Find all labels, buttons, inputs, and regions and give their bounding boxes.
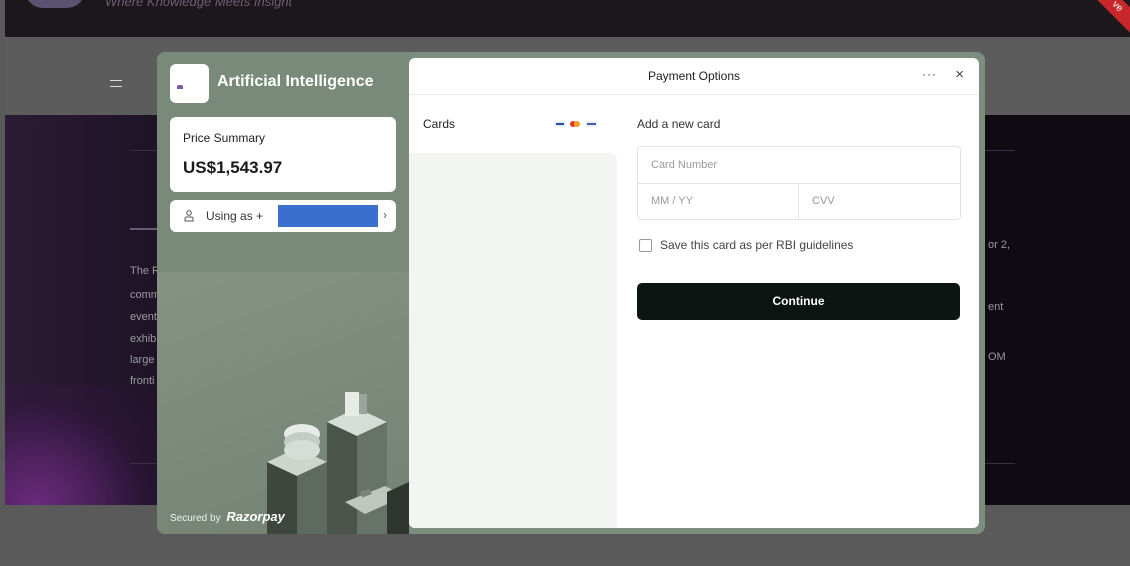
user-icon [184,210,194,222]
site-book-icon [130,200,158,230]
expiry-input[interactable]: MM / YY [638,183,799,219]
menu-icon[interactable] [110,80,122,87]
add-card-title: Add a new card [637,117,721,131]
card-networks-icon [554,121,598,127]
razorpay-logo: Razorpay [226,509,285,524]
bg-text-fragment: event [130,311,157,323]
add-card-form: Add a new card Card Number MM / YY CVV S… [637,95,967,528]
more-options-button[interactable]: ··· [922,67,937,81]
payment-options-panel: Payment Options ··· × Cards Add a new ca… [409,58,979,528]
bg-text-fragment: The R [130,265,160,277]
close-button[interactable]: × [955,66,964,83]
bg-text-fragment: or 2, [988,239,1011,251]
payment-method-cards-label: Cards [423,117,456,131]
corner-ribbon: ve [1080,0,1130,40]
chevron-right-icon: › [383,208,387,222]
price-amount: US$1,543.97 [183,158,283,177]
card-number-placeholder: Card Number [651,159,718,171]
expiry-placeholder: MM / YY [651,195,693,207]
bg-text-fragment: OM [988,351,1006,363]
hero-glow [5,385,165,505]
secured-by-label: Secured by [170,513,221,524]
redacted-phone [278,205,378,227]
site-tagline: Where Knowledge Meets Insight [105,0,293,9]
payment-methods-list: Cards [409,95,619,528]
bg-text-fragment: ent [988,301,1004,313]
price-summary-label: Price Summary [183,131,266,145]
user-contact-button[interactable]: Using as + › [170,200,396,232]
bg-text-fragment: large [130,354,155,366]
checkout-modal: Artificial Intelligence Price Summary US… [157,52,985,534]
save-card-checkbox[interactable] [639,239,652,252]
site-logo[interactable] [25,0,85,8]
bg-text-fragment: exhib [130,333,157,345]
merchant-logo-mark [177,85,183,89]
card-input-group: Card Number MM / YY CVV [637,146,961,220]
site-header-strip: Where Knowledge Meets Insight [5,0,1130,37]
using-as-label: Using as + [206,209,264,223]
cvv-input[interactable]: CVV [799,183,959,219]
card-number-input[interactable]: Card Number [638,147,960,184]
continue-button[interactable]: Continue [637,283,960,320]
payment-method-cards[interactable]: Cards [409,95,619,153]
save-card-row[interactable]: Save this card as per RBI guidelines [637,237,967,255]
cvv-placeholder: CVV [812,195,835,207]
merchant-name: Artificial Intelligence [217,73,374,90]
payment-methods-empty-area [409,153,617,528]
corner-ribbon-text: ve [1085,0,1130,39]
price-summary-card: Price Summary US$1,543.97 [170,117,396,192]
bg-text-fragment: fronti [130,375,155,387]
bg-text-fragment: comm [130,289,160,301]
save-card-label: Save this card as per RBI guidelines [660,238,854,252]
secured-by-footer: Secured by Razorpay [170,509,285,524]
payment-options-title: Payment Options [647,69,741,83]
merchant-logo [170,64,209,103]
payment-options-header: Payment Options ··· × [409,58,979,95]
merchant-panel: Artificial Intelligence Price Summary US… [157,52,409,534]
